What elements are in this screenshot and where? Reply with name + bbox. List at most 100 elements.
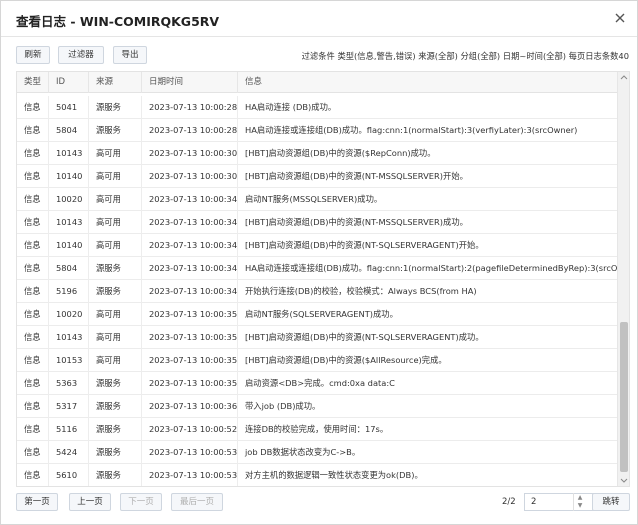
cell-id: 5804: [49, 257, 89, 280]
cell-id: 10140: [49, 234, 89, 257]
cell-datetime: 2023-07-13 10:00:28: [142, 119, 238, 142]
cell-message: [HBT]启动资源组(DB)中的资源(NT-MSSQLSERVER)成功。: [245, 217, 468, 227]
cell-source: 高可用: [89, 326, 142, 349]
cell-message: 带入job (DB)成功。: [245, 401, 321, 411]
table-row[interactable]: 信息 10140 高可用 2023-07-13 10:00:30 [HBT]启动资源组(…: [17, 165, 617, 188]
title-bar: 查看日志 - WIN-COMIRQKG5RV: [1, 1, 637, 37]
cell-source: 高可用: [89, 234, 142, 257]
cell-id: 5196: [49, 280, 89, 303]
close-icon[interactable]: [612, 10, 628, 26]
column-header-datetime: 日期时间: [142, 72, 238, 93]
table-row[interactable]: 信息 5363 源服务 2023-07-13 10:00:35 启动资源<DB>完成。c…: [17, 372, 617, 395]
cell-type: 信息: [17, 372, 49, 395]
table-row[interactable]: 信息 10020 高可用 2023-07-13 10:00:34 启动NT服务(MSSQ…: [17, 188, 617, 211]
pagination: 第一页 上一页 下一页 最后一页 2/2 ▲ ▼ 跳转: [16, 493, 630, 511]
cell-type: 信息: [17, 303, 49, 326]
table-row[interactable]: 信息 5317 源服务 2023-07-13 10:00:36 带入job (DB)成功…: [17, 395, 617, 418]
scrollbar-thumb[interactable]: [620, 322, 628, 472]
page-number-input[interactable]: [524, 493, 599, 511]
cell-id: 10020: [49, 188, 89, 211]
cell-message: HA启动连接或连接组(DB)成功。flag:cnn:1(normalStart)…: [245, 263, 617, 273]
cell-type: 信息: [17, 349, 49, 372]
cell-source: 源服务: [89, 280, 142, 303]
last-page-button[interactable]: 最后一页: [171, 493, 223, 511]
cell-type: 信息: [17, 441, 49, 464]
cell-source: 源服务: [89, 372, 142, 395]
cell-message: HA启动连接 (DB)成功。: [245, 102, 337, 112]
cell-id: 10140: [49, 165, 89, 188]
cell-source: 源服务: [89, 96, 142, 119]
scroll-down-icon[interactable]: [618, 474, 629, 486]
cell-datetime: 2023-07-13 10:00:35: [142, 326, 238, 349]
cell-message: [HBT]启动资源组(DB)中的资源(NT-SQLSERVERAGENT)开始。: [245, 240, 484, 250]
cell-message: 开始执行连接(DB)的校验，校验模式：Always BCS(from HA): [245, 286, 477, 296]
log-dialog: 查看日志 - WIN-COMIRQKG5RV 刷新 过滤器 导出 过滤条件 类型…: [0, 0, 638, 525]
column-header-source: 来源: [89, 72, 142, 93]
cell-id: 5116: [49, 418, 89, 441]
cell-datetime: 2023-07-13 10:00:36: [142, 395, 238, 418]
cell-datetime: 2023-07-13 10:00:53: [142, 441, 238, 464]
spin-up-icon[interactable]: ▲: [574, 493, 586, 501]
vertical-scrollbar[interactable]: [617, 72, 629, 486]
dialog-title: 查看日志 - WIN-COMIRQKG5RV: [16, 14, 220, 29]
export-button[interactable]: 导出: [113, 46, 147, 64]
cell-type: 信息: [17, 96, 49, 119]
cell-type: 信息: [17, 326, 49, 349]
cell-type: 信息: [17, 280, 49, 303]
cell-message: 连接DB的校验完成，使用时间：17s。: [245, 424, 389, 434]
table-row[interactable]: 信息 10153 高可用 2023-07-13 10:00:35 [HBT]启动资源组(…: [17, 349, 617, 372]
prev-page-button[interactable]: 上一页: [69, 493, 111, 511]
jump-button[interactable]: 跳转: [592, 493, 630, 511]
cell-source: 源服务: [89, 418, 142, 441]
page-number-spinner[interactable]: ▲ ▼: [573, 493, 586, 511]
table-row[interactable]: 信息 10140 高可用 2023-07-13 10:00:34 [HBT]启动资源组(…: [17, 234, 617, 257]
cell-message: 启动NT服务(MSSQLSERVER)成功。: [245, 194, 383, 204]
table-row[interactable]: 信息 5041 源服务 2023-07-13 10:00:28 HA启动连接 (DB)成…: [17, 96, 617, 119]
refresh-button[interactable]: 刷新: [16, 46, 50, 64]
scroll-up-icon[interactable]: [618, 72, 629, 84]
cell-datetime: 2023-07-13 10:00:35: [142, 372, 238, 395]
cell-message: [HBT]启动资源组(DB)中的资源(NT-MSSQLSERVER)开始。: [245, 171, 468, 181]
cell-source: 高可用: [89, 188, 142, 211]
cell-message: HA启动连接或连接组(DB)成功。flag:cnn:1(normalStart)…: [245, 125, 578, 135]
table-row[interactable]: 信息 10020 高可用 2023-07-13 10:00:35 启动NT服务(SQLS…: [17, 303, 617, 326]
cell-type: 信息: [17, 418, 49, 441]
cell-id: 10143: [49, 211, 89, 234]
filter-summary: 过滤条件 类型(信息,警告,错误) 来源(全部) 分组(全部) 日期~时间(全部…: [301, 51, 629, 61]
next-page-button[interactable]: 下一页: [120, 493, 162, 511]
cell-type: 信息: [17, 211, 49, 234]
cell-message: [HBT]启动资源组(DB)中的资源(NT-SQLSERVERAGENT)成功。: [245, 332, 484, 342]
table-body: 信息 5041 源服务 2023-07-13 10:00:28 HA启动连接 (DB)成…: [17, 96, 617, 486]
cell-source: 高可用: [89, 349, 142, 372]
first-page-button[interactable]: 第一页: [16, 493, 58, 511]
cell-type: 信息: [17, 257, 49, 280]
cell-source: 高可用: [89, 142, 142, 165]
table-row[interactable]: 信息 10143 高可用 2023-07-13 10:00:34 [HBT]启动资源组(…: [17, 211, 617, 234]
cell-message: [HBT]启动资源组(DB)中的资源($AllResource)完成。: [245, 355, 447, 365]
table-row[interactable]: 信息 10143 高可用 2023-07-13 10:00:30 [HBT]启动资源组(…: [17, 142, 617, 165]
log-table: 类型 ID 来源 日期时间 信息 信息 5041 源服务 2023-07-13 10:…: [16, 71, 630, 487]
cell-id: 10143: [49, 326, 89, 349]
cell-datetime: 2023-07-13 10:00:34: [142, 234, 238, 257]
table-row[interactable]: 信息 5804 源服务 2023-07-13 10:00:34 HA启动连接或连接组(D…: [17, 257, 617, 280]
cell-type: 信息: [17, 188, 49, 211]
cell-source: 高可用: [89, 165, 142, 188]
table-row[interactable]: 信息 5196 源服务 2023-07-13 10:00:34 开始执行连接(DB)的校…: [17, 280, 617, 303]
table-row[interactable]: 信息 5116 源服务 2023-07-13 10:00:52 连接DB的校验完成，使用…: [17, 418, 617, 441]
cell-id: 5424: [49, 441, 89, 464]
spin-down-icon[interactable]: ▼: [574, 501, 586, 509]
cell-id: 5610: [49, 464, 89, 486]
table-row[interactable]: 信息 5610 源服务 2023-07-13 10:00:53 对方主机的数据逻辑一致性…: [17, 464, 617, 486]
cell-datetime: 2023-07-13 10:00:35: [142, 303, 238, 326]
cell-datetime: 2023-07-13 10:00:52: [142, 418, 238, 441]
cell-type: 信息: [17, 464, 49, 486]
column-header-message: 信息: [245, 77, 263, 87]
filter-button[interactable]: 过滤器: [58, 46, 104, 64]
table-row[interactable]: 信息 10143 高可用 2023-07-13 10:00:35 [HBT]启动资源组(…: [17, 326, 617, 349]
cell-source: 源服务: [89, 464, 142, 486]
cell-datetime: 2023-07-13 10:00:53: [142, 464, 238, 486]
cell-datetime: 2023-07-13 10:00:34: [142, 211, 238, 234]
cell-type: 信息: [17, 395, 49, 418]
table-row[interactable]: 信息 5424 源服务 2023-07-13 10:00:53 job DB数据状态改变…: [17, 441, 617, 464]
table-row[interactable]: 信息 5804 源服务 2023-07-13 10:00:28 HA启动连接或连接组(D…: [17, 119, 617, 142]
